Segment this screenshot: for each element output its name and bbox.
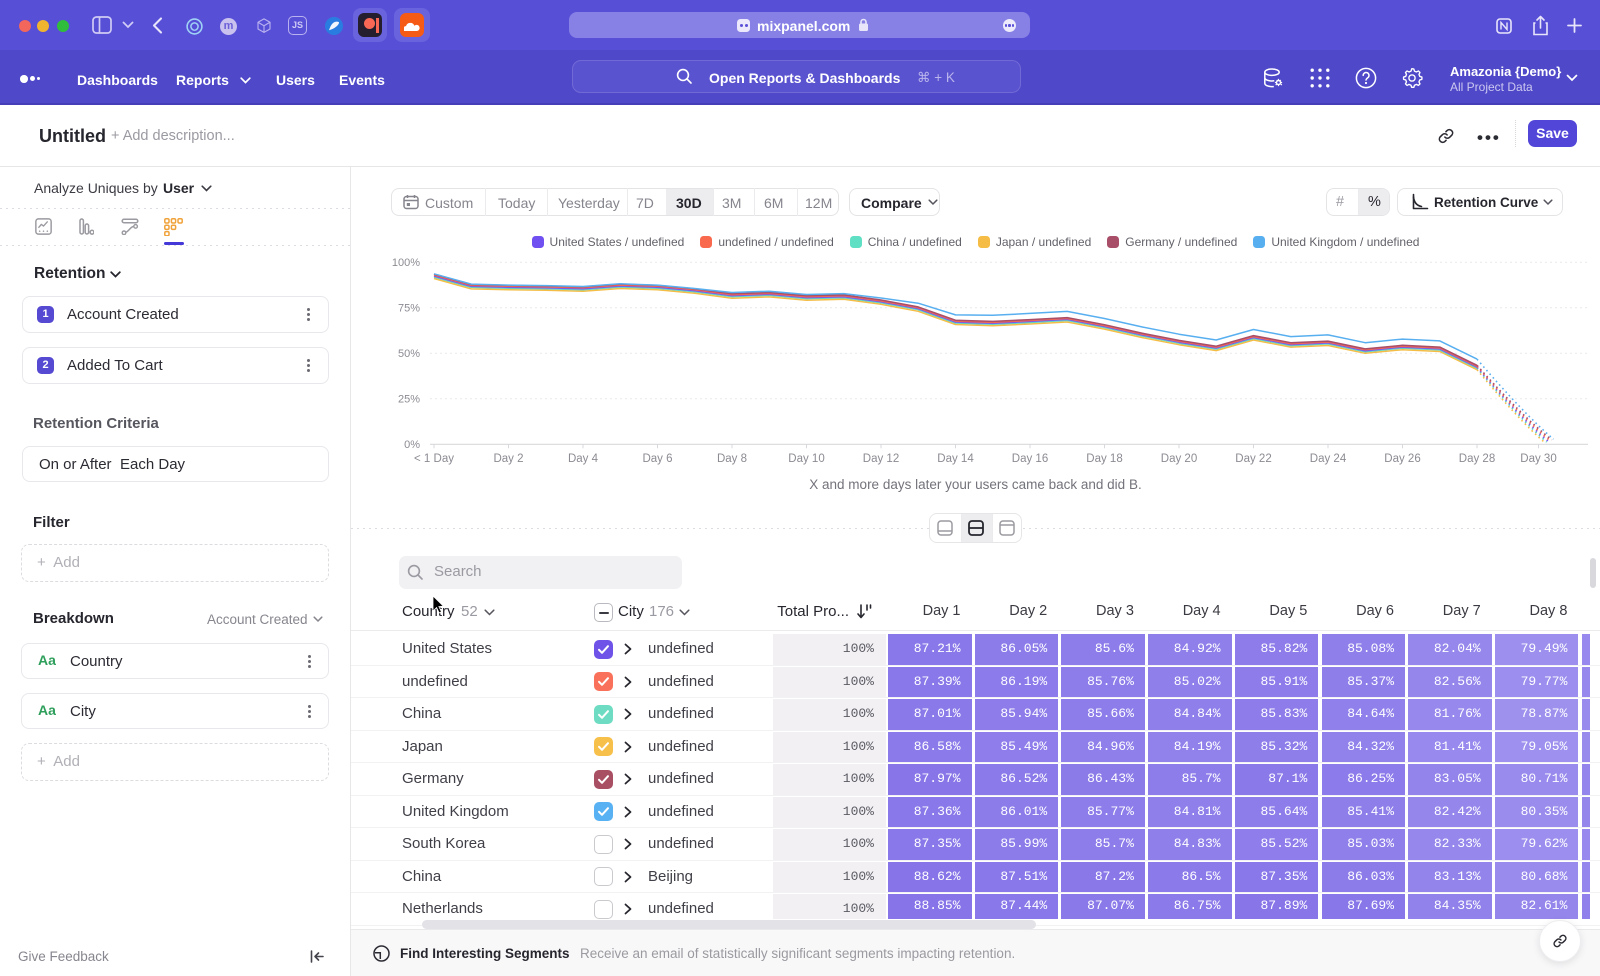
- svg-text:75%: 75%: [398, 302, 420, 314]
- svg-text:< 1 Day: < 1 Day: [414, 453, 454, 465]
- svg-text:Day 10: Day 10: [788, 453, 824, 465]
- svg-text:Day 16: Day 16: [1012, 453, 1048, 465]
- svg-text:25%: 25%: [398, 393, 420, 405]
- svg-text:Day 26: Day 26: [1384, 453, 1420, 465]
- svg-text:50%: 50%: [398, 348, 420, 360]
- svg-text:Day 20: Day 20: [1161, 453, 1197, 465]
- svg-text:100%: 100%: [392, 257, 420, 269]
- svg-text:Day 24: Day 24: [1310, 453, 1347, 465]
- svg-text:Day 22: Day 22: [1235, 453, 1271, 465]
- svg-text:Day 2: Day 2: [493, 453, 523, 465]
- svg-text:0%: 0%: [404, 439, 420, 451]
- svg-text:Day 12: Day 12: [863, 453, 899, 465]
- svg-text:Day 14: Day 14: [937, 453, 974, 465]
- svg-text:Day 18: Day 18: [1086, 453, 1122, 465]
- svg-text:Day 6: Day 6: [642, 453, 672, 465]
- svg-text:Day 4: Day 4: [568, 453, 599, 465]
- svg-text:Day 8: Day 8: [717, 453, 747, 465]
- svg-text:Day 30: Day 30: [1520, 453, 1556, 465]
- svg-text:Day 28: Day 28: [1459, 453, 1495, 465]
